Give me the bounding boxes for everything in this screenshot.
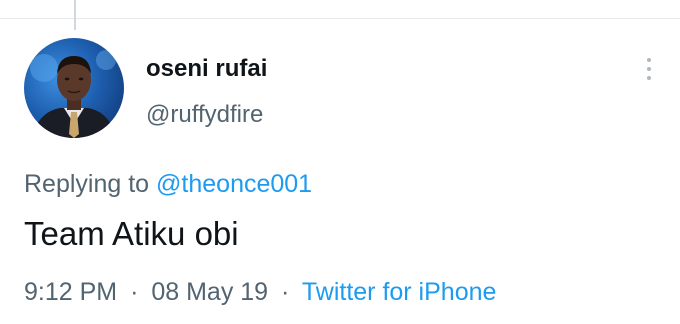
display-name[interactable]: oseni rufai [146,53,267,85]
user-photo-avatar-icon [30,50,116,138]
avatar[interactable] [24,38,124,138]
replying-to-line: Replying to @theonce001 [24,168,312,200]
tweet-source-link[interactable]: Twitter for iPhone [302,278,497,306]
tweet-metadata: 9:12 PM · 08 May 19 · Twitter for iPhone [24,276,496,308]
tweet-author[interactable]: oseni rufai @ruffydfire [146,53,267,131]
tweet-date-link[interactable]: 08 May 19 [151,278,268,306]
replying-to-label: Replying to [24,170,150,198]
top-divider [0,18,680,19]
thread-connector-line [74,0,76,30]
replying-to-mention-link[interactable]: @theonce001 [156,170,312,198]
user-handle[interactable]: @ruffydfire [146,99,267,131]
tweet-time-link[interactable]: 9:12 PM [24,278,117,306]
vertical-ellipsis-icon [647,58,651,62]
separator-dot: · [281,278,290,306]
more-options-button[interactable] [646,58,652,86]
separator-dot: · [130,278,139,306]
tweet-text: Team Atiku obi [24,215,239,252]
